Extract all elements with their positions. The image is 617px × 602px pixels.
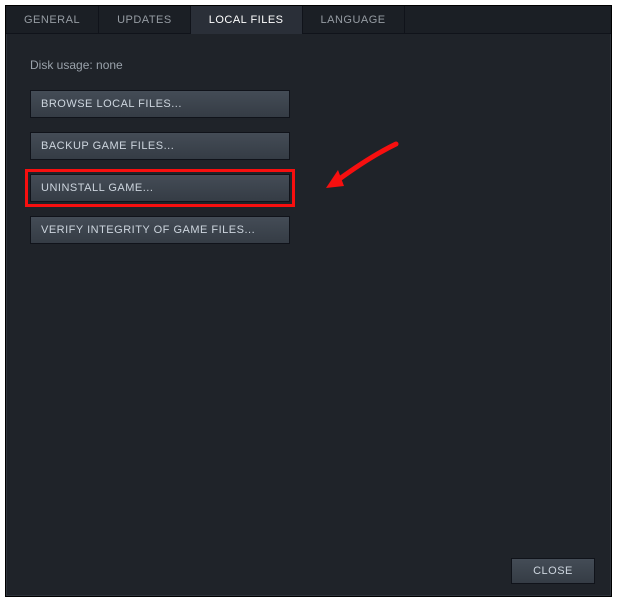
- verify-integrity-button[interactable]: VERIFY INTEGRITY OF GAME FILES...: [30, 216, 290, 244]
- tab-content: Disk usage: none BROWSE LOCAL FILES... B…: [6, 34, 611, 260]
- tab-label: LANGUAGE: [321, 14, 386, 26]
- disk-usage-label: Disk usage: none: [30, 58, 587, 72]
- tab-label: UPDATES: [117, 14, 172, 26]
- dialog-footer: CLOSE: [511, 558, 595, 584]
- tab-general[interactable]: GENERAL: [6, 6, 99, 33]
- highlighted-action: UNINSTALL GAME...: [30, 174, 290, 202]
- properties-window: GENERAL UPDATES LOCAL FILES LANGUAGE Dis…: [5, 5, 612, 597]
- backup-game-files-button[interactable]: BACKUP GAME FILES...: [30, 132, 290, 160]
- action-button-list: BROWSE LOCAL FILES... BACKUP GAME FILES.…: [30, 90, 587, 244]
- tab-label: GENERAL: [24, 14, 80, 26]
- tab-label: LOCAL FILES: [209, 14, 284, 26]
- close-button[interactable]: CLOSE: [511, 558, 595, 584]
- tab-bar: GENERAL UPDATES LOCAL FILES LANGUAGE: [6, 6, 611, 34]
- tab-language[interactable]: LANGUAGE: [303, 6, 405, 33]
- browse-local-files-button[interactable]: BROWSE LOCAL FILES...: [30, 90, 290, 118]
- tab-updates[interactable]: UPDATES: [99, 6, 191, 33]
- tab-local-files[interactable]: LOCAL FILES: [191, 6, 303, 33]
- uninstall-game-button[interactable]: UNINSTALL GAME...: [30, 174, 290, 202]
